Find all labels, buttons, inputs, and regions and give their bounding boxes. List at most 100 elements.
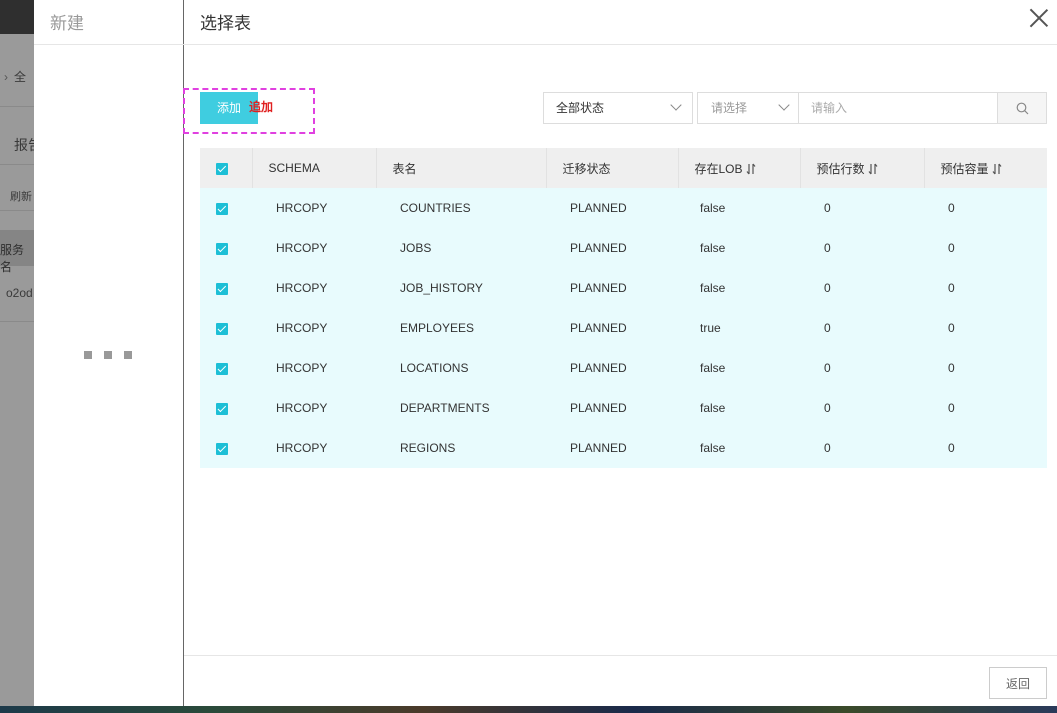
row-checkbox[interactable] — [216, 202, 228, 215]
cell-has-lob: false — [678, 228, 800, 268]
cell-estimated-size: 0 — [924, 388, 1047, 428]
cell-migration-status: PLANNED — [546, 308, 678, 348]
status-select-value: 全部状态 — [556, 101, 605, 115]
row-checkbox-cell — [200, 268, 252, 308]
loading-dot-icon — [104, 351, 112, 359]
cell-estimated-size: 0 — [924, 228, 1047, 268]
divider — [184, 655, 1057, 656]
cell-estimated-rows: 0 — [800, 348, 924, 388]
cell-estimated-size: 0 — [924, 188, 1047, 228]
row-checkbox-cell — [200, 348, 252, 388]
background-table-cell: o2od — [6, 286, 33, 300]
cell-estimated-size: 0 — [924, 268, 1047, 308]
table-row[interactable]: HRCOPY DEPARTMENTS PLANNED false 0 0 — [200, 388, 1047, 428]
divider — [34, 44, 184, 45]
row-checkbox[interactable] — [216, 362, 228, 375]
cell-estimated-size: 0 — [924, 308, 1047, 348]
row-checkbox-cell — [200, 308, 252, 348]
background-report-label: 报告 — [14, 137, 34, 153]
cell-migration-status: PLANNED — [546, 388, 678, 428]
table-row[interactable]: HRCOPY COUNTRIES PLANNED false 0 0 — [200, 188, 1047, 228]
new-drawer: 新建 — [34, 0, 184, 706]
row-checkbox[interactable] — [216, 282, 228, 295]
cell-migration-status: PLANNED — [546, 348, 678, 388]
cell-has-lob: false — [678, 268, 800, 308]
cell-has-lob: true — [678, 308, 800, 348]
cell-estimated-size: 0 — [924, 348, 1047, 388]
cell-estimated-rows: 0 — [800, 268, 924, 308]
status-select[interactable]: 全部状态 — [543, 92, 693, 124]
cell-table-name: DEPARTMENTS — [376, 388, 546, 428]
back-button[interactable]: 返回 — [989, 667, 1047, 699]
table-row[interactable]: HRCOPY JOBS PLANNED false 0 0 — [200, 228, 1047, 268]
row-checkbox[interactable] — [216, 402, 228, 415]
cell-estimated-rows: 0 — [800, 188, 924, 228]
row-checkbox[interactable] — [216, 442, 228, 455]
cell-schema: HRCOPY — [252, 268, 376, 308]
chevron-right-icon: › — [4, 70, 8, 84]
row-checkbox-cell — [200, 188, 252, 228]
table-row[interactable]: HRCOPY REGIONS PLANNED false 0 0 — [200, 428, 1047, 468]
search-icon — [1016, 102, 1029, 115]
cell-estimated-rows: 0 — [800, 388, 924, 428]
cell-estimated-size: 0 — [924, 428, 1047, 468]
cell-table-name: JOB_HISTORY — [376, 268, 546, 308]
search-type-placeholder: 请选择 — [711, 101, 748, 115]
row-checkbox-cell — [200, 388, 252, 428]
loading-dot-icon — [84, 351, 92, 359]
cell-table-name: REGIONS — [376, 428, 546, 468]
table-row[interactable]: HRCOPY LOCATIONS PLANNED false 0 0 — [200, 348, 1047, 388]
sort-icon — [992, 163, 1001, 175]
cell-schema: HRCOPY — [252, 228, 376, 268]
sort-icon — [746, 163, 755, 175]
cell-schema: HRCOPY — [252, 308, 376, 348]
background-table-header: 服务名 — [0, 230, 34, 274]
background-nav-item: › 全 — [4, 70, 27, 84]
row-checkbox-cell — [200, 228, 252, 268]
cell-migration-status: PLANNED — [546, 268, 678, 308]
add-annotation-label: 追加 — [249, 100, 274, 114]
close-icon[interactable] — [1029, 8, 1049, 28]
cell-schema: HRCOPY — [252, 428, 376, 468]
select-all-checkbox[interactable] — [216, 162, 228, 175]
column-header-migration-status: 迁移状态 — [546, 148, 679, 188]
search-type-select[interactable]: 请选择 — [698, 93, 799, 123]
cell-table-name: JOBS — [376, 228, 546, 268]
row-checkbox-cell — [200, 428, 252, 468]
cell-estimated-rows: 0 — [800, 228, 924, 268]
cell-estimated-rows: 0 — [800, 428, 924, 468]
select-all-cell — [200, 148, 253, 188]
cell-schema: HRCOPY — [252, 388, 376, 428]
column-header-estimated-rows[interactable]: 预估行数 — [800, 148, 925, 188]
row-checkbox[interactable] — [216, 322, 228, 335]
sort-icon — [868, 163, 877, 175]
cell-table-name: COUNTRIES — [376, 188, 546, 228]
column-header-table-name: 表名 — [376, 148, 547, 188]
column-header-estimated-size[interactable]: 预估容量 — [924, 148, 1047, 188]
search-button[interactable] — [997, 93, 1046, 123]
cell-migration-status: PLANNED — [546, 188, 678, 228]
cell-has-lob: false — [678, 348, 800, 388]
chevron-down-icon — [670, 99, 682, 111]
cell-migration-status: PLANNED — [546, 428, 678, 468]
cell-estimated-rows: 0 — [800, 308, 924, 348]
cell-migration-status: PLANNED — [546, 228, 678, 268]
chevron-down-icon — [778, 99, 790, 111]
divider — [184, 44, 1057, 45]
new-drawer-title: 新建 — [50, 14, 84, 33]
cell-has-lob: false — [678, 428, 800, 468]
table-row[interactable]: HRCOPY JOB_HISTORY PLANNED false 0 0 — [200, 268, 1047, 308]
cell-schema: HRCOPY — [252, 348, 376, 388]
row-checkbox[interactable] — [216, 242, 228, 255]
search-input[interactable] — [799, 93, 998, 123]
tables-table: SCHEMA 表名 迁移状态 存在LOB 预估行数 预估容量 HRCOPY CO… — [200, 148, 1047, 468]
cell-schema: HRCOPY — [252, 188, 376, 228]
table-row[interactable]: HRCOPY EMPLOYEES PLANNED true 0 0 — [200, 308, 1047, 348]
table-header-row: SCHEMA 表名 迁移状态 存在LOB 预估行数 预估容量 — [200, 148, 1047, 188]
column-header-schema: SCHEMA — [252, 148, 377, 188]
cell-table-name: EMPLOYEES — [376, 308, 546, 348]
column-header-has-lob[interactable]: 存在LOB — [678, 148, 801, 188]
background-bottom-strip — [0, 706, 1057, 713]
panel-title: 选择表 — [200, 14, 251, 33]
select-table-panel: 选择表 添加 追加 全部状态 请选择 SCHEM — [183, 0, 1057, 706]
